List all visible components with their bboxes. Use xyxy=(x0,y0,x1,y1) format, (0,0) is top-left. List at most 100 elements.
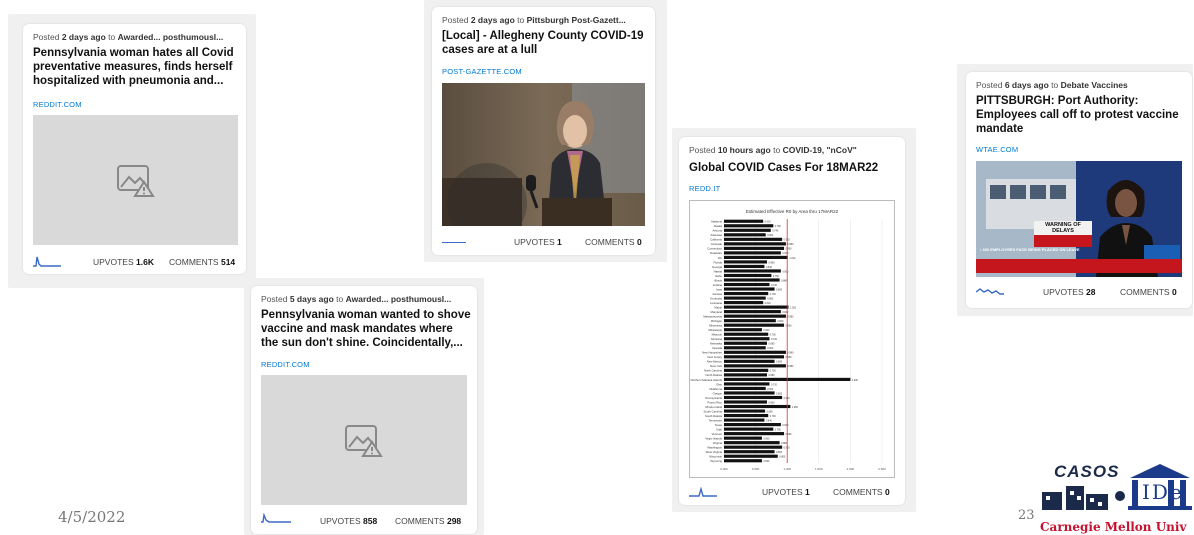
chart-data-label: 0.850 xyxy=(779,456,786,459)
chart-data-label: 0.820 xyxy=(777,320,784,323)
post-domain[interactable]: REDDIT.COM xyxy=(33,100,82,109)
chart-bar xyxy=(724,328,762,332)
chart-bar xyxy=(724,273,772,278)
chart-data-label: 0.660 xyxy=(767,347,774,350)
chart-category-label: Florida xyxy=(713,260,722,264)
chart-bar xyxy=(724,454,778,458)
chart-category-label: Wisconsin xyxy=(709,455,722,459)
chart-data-label: 0.720 xyxy=(771,338,778,341)
thumbnail-placeholder[interactable] xyxy=(261,375,467,505)
chart-bar xyxy=(724,409,766,413)
chart-category-label: Alabama xyxy=(711,220,722,224)
chart-category-label: Oklahoma xyxy=(709,387,722,391)
chart-data-label: 0.640 xyxy=(766,419,773,422)
sparkline-line xyxy=(442,242,466,243)
subreddit-link[interactable]: Awarded... posthumousl... xyxy=(346,294,452,304)
chart-category-label: Mississippi xyxy=(708,328,722,332)
post-title[interactable]: Global COVID Cases For 18MAR22 xyxy=(689,161,878,175)
subreddit-link[interactable]: COVID-19, "nCoV" xyxy=(783,145,857,155)
chart-x-tick-label: 2.000 xyxy=(847,467,855,471)
thumbnail-photo[interactable]: WARNING OF DELAYS • 300 EMPLOYEES FACE B… xyxy=(976,161,1182,277)
chart-category-label: Arkansas xyxy=(710,233,722,237)
chart-data-label: 0.600 xyxy=(763,438,770,441)
chart-category-label: Illinois xyxy=(714,278,722,282)
post-domain[interactable]: REDD.IT xyxy=(689,184,720,193)
chart-data-label: 0.800 xyxy=(776,392,783,395)
chart-bar xyxy=(724,346,766,350)
post-card-1[interactable]: Posted 2 days ago to Awarded... posthumo… xyxy=(23,24,246,274)
chart-bar xyxy=(724,450,775,454)
post-card-2[interactable]: Posted 2 days ago to Pittsburgh Post-Gaz… xyxy=(432,7,655,255)
post-domain[interactable]: REDDIT.COM xyxy=(261,360,310,369)
chart-bar xyxy=(724,436,762,440)
chart-data-label: 0.950 xyxy=(786,356,793,359)
chart-bar xyxy=(724,418,765,422)
ide-logo: IDe xyxy=(1124,462,1194,518)
post-domain[interactable]: POST-GAZETTE.COM xyxy=(442,67,522,76)
chart-category-label: New York xyxy=(710,364,722,368)
post-title[interactable]: [Local] - Allegheny County COVID-19 case… xyxy=(442,29,643,57)
comments-count[interactable]: COMMENTS 0 xyxy=(833,487,890,497)
chart-bar xyxy=(724,441,780,445)
subreddit-link[interactable]: Pittsburgh Post-Gazett... xyxy=(527,15,626,25)
chart-category-label: California xyxy=(710,238,722,242)
post-title[interactable]: PITTSBURGH: Port Authority: Employees ca… xyxy=(976,94,1179,136)
post-title[interactable]: Pennsylvania woman hates all Covid preve… xyxy=(33,46,234,88)
chart-bar xyxy=(724,341,767,345)
chart-category-label: Nevada xyxy=(712,346,722,350)
chart-data-label: 0.780 xyxy=(775,225,782,228)
title-line: [Local] - Allegheny County COVID-19 xyxy=(442,30,644,42)
chart-category-label: Texas xyxy=(715,423,723,427)
subreddit-link[interactable]: Debate Vaccines xyxy=(1061,80,1128,90)
chart-category-label: Missouri xyxy=(712,333,723,337)
chart-category-label: Washington xyxy=(707,446,722,450)
title-line: Pennsylvania woman hates all Covid xyxy=(33,47,234,59)
chart-bar xyxy=(724,350,786,354)
slide-date: 4/5/2022 xyxy=(58,508,126,526)
chart-category-label: Kentucky xyxy=(710,296,722,300)
chart-category-label: Kansas xyxy=(713,292,723,296)
activity-sparkline-icon xyxy=(689,487,717,497)
comments-count[interactable]: COMMENTS 0 xyxy=(585,237,642,247)
chart-data-label: 0.700 xyxy=(770,334,777,337)
chart-data-label: 0.720 xyxy=(771,284,778,287)
chart-category-label: Vermont xyxy=(712,432,723,436)
thumbnail-photo[interactable] xyxy=(442,83,645,226)
post-card-3[interactable]: Posted 5 days ago to Awarded... posthumo… xyxy=(251,286,477,534)
chart-bar xyxy=(724,282,770,287)
chart-bar xyxy=(724,233,766,237)
post-card-4[interactable]: Posted 10 hours ago to COVID-19, "nCoV" … xyxy=(679,137,905,505)
chart-bar xyxy=(724,432,785,436)
comments-count[interactable]: COMMENTS 0 xyxy=(1120,287,1177,297)
post-title[interactable]: Pennsylvania woman wanted to shove vacci… xyxy=(261,308,471,350)
chart-category-label: Tennessee xyxy=(708,418,722,422)
comments-count[interactable]: COMMENTS 298 xyxy=(395,516,461,526)
chart-data-label: 0.900 xyxy=(782,424,789,427)
post-domain[interactable]: WTAE.COM xyxy=(976,145,1018,154)
chart-category-label: Puerto Rico xyxy=(707,400,722,404)
chart-bar xyxy=(724,427,774,431)
title-line: Pennsylvania woman wanted to shove xyxy=(261,309,471,321)
chart-thumbnail[interactable]: Estimated Effective R0 by Area thru 17MA… xyxy=(689,200,895,478)
chart-data-label: 0.900 xyxy=(782,252,789,255)
title-line: the sun don't shine. Coincidentally,... xyxy=(261,337,463,349)
chart-data-label: 0.700 xyxy=(770,415,777,418)
chart-category-label: New Jersey xyxy=(707,355,722,359)
chart-x-tick-label: 0.000 xyxy=(720,467,728,471)
comments-count[interactable]: COMMENTS 514 xyxy=(169,257,235,267)
subreddit-link[interactable]: Awarded... posthumousl... xyxy=(118,32,224,42)
chart-data-label: 0.880 xyxy=(781,279,788,282)
chart-bar xyxy=(724,359,775,363)
chart-bar xyxy=(724,391,775,395)
post-meta: Posted 6 days ago to Debate Vaccines xyxy=(976,80,1128,90)
casos-graphic xyxy=(1042,486,1125,510)
chart-bar xyxy=(724,305,789,309)
thumbnail-placeholder[interactable] xyxy=(33,115,238,245)
chart-category-label: New Mexico xyxy=(707,360,723,364)
chart-category-label: Ohio xyxy=(716,382,722,386)
post-card-5[interactable]: Posted 6 days ago to Debate Vaccines PIT… xyxy=(966,72,1192,308)
upvotes-count: UPVOTES 28 xyxy=(1043,287,1096,297)
upvotes-count: UPVOTES 1 xyxy=(514,237,562,247)
chart-category-label: Montana xyxy=(711,337,722,341)
chart-data-label: 0.680 xyxy=(768,261,775,264)
